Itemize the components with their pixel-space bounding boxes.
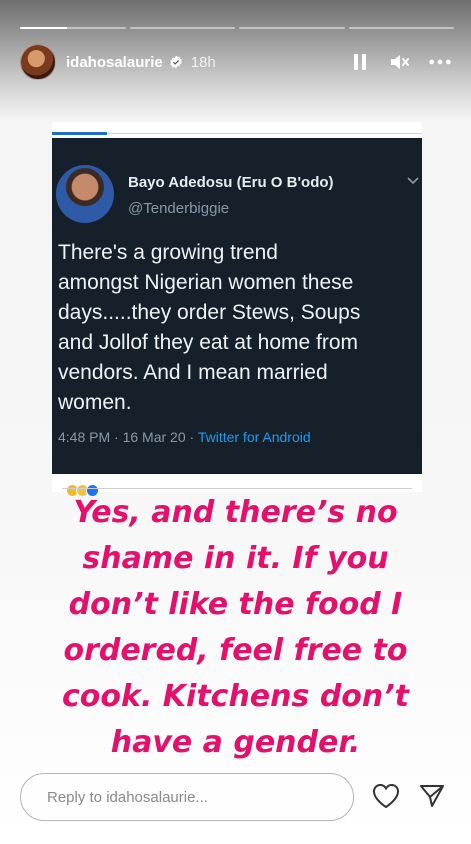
tweet-source: Twitter for Android	[197, 429, 311, 445]
mute-button[interactable]	[389, 51, 411, 73]
tweet-author-handle: @Tenderbiggie	[128, 200, 230, 217]
story-header: idahosalaurie 18h	[20, 44, 451, 80]
tweet-author-name: Bayo Adedosu (Eru O B'odo)	[128, 174, 334, 191]
verified-badge-icon	[169, 55, 182, 69]
chevron-down-icon	[407, 177, 419, 185]
tweet-card: Bayo Adedosu (Eru O B'odo) @Tenderbiggie…	[52, 138, 422, 474]
share-button[interactable]	[416, 780, 448, 812]
more-horizontal-icon	[429, 59, 451, 65]
muted-speaker-icon	[391, 55, 409, 69]
tweet-timestamp: 4:48 PM · 16 Mar 20 ·	[58, 429, 198, 445]
reply-input[interactable]	[45, 787, 339, 807]
story-viewer[interactable]: idahosalaurie 18h Bayo Adedosu (Eru O B'…	[0, 0, 471, 844]
username[interactable]: idahosalaurie	[66, 54, 163, 71]
pause-button[interactable]	[349, 51, 371, 73]
like-button[interactable]	[370, 780, 402, 812]
progress-segment	[239, 27, 345, 29]
tweet-text: There's a growing trend amongst Nigerian…	[58, 241, 361, 414]
send-icon	[420, 785, 444, 807]
divider	[107, 133, 422, 134]
story-controls	[349, 51, 451, 73]
tweet-screenshot: Bayo Adedosu (Eru O B'odo) @Tenderbiggie…	[52, 122, 422, 497]
pause-icon	[354, 54, 366, 70]
tweet-author-avatar	[56, 165, 114, 223]
progress-segment	[348, 27, 454, 29]
reply-field[interactable]	[20, 773, 354, 821]
tweet-tab-indicator	[52, 132, 107, 135]
tweet-meta: 4:48 PM · 16 Mar 20 · Twitter for Androi…	[58, 429, 311, 445]
story-caption: Yes, and there’s no shame in it. If you …	[62, 495, 409, 760]
heart-icon	[372, 783, 400, 809]
story-progress-bar	[20, 27, 454, 29]
progress-segment	[20, 27, 126, 29]
progress-segment	[129, 27, 235, 29]
divider	[62, 488, 412, 489]
avatar[interactable]	[20, 44, 56, 80]
more-options-button[interactable]	[429, 51, 451, 73]
post-time: 18h	[190, 53, 216, 71]
